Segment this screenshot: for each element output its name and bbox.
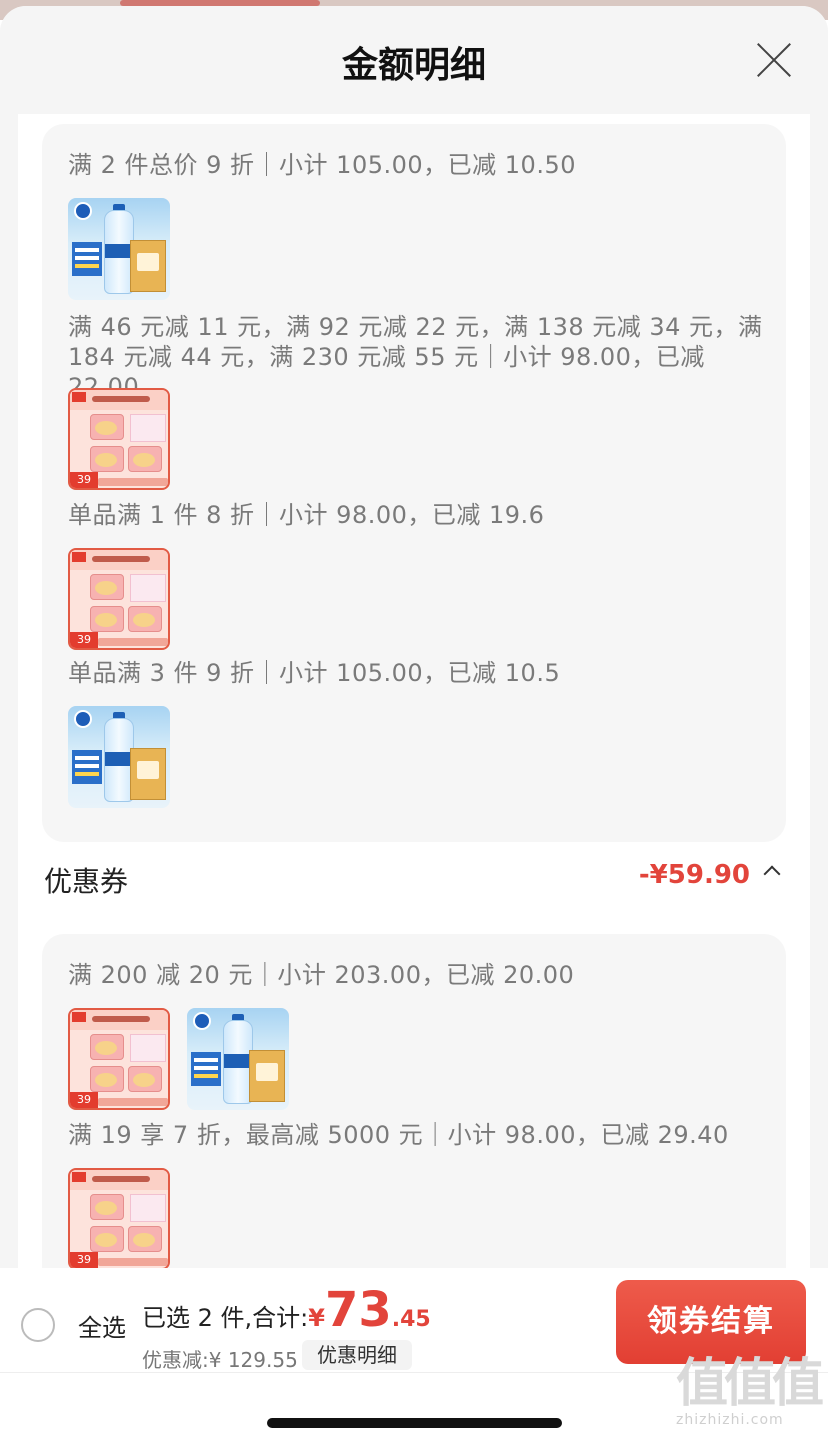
laundry-pods-thumbnail[interactable]: 39	[68, 1168, 170, 1270]
brand-logo-icon	[193, 1012, 211, 1030]
total-integer: 73	[324, 1282, 392, 1338]
checkout-button[interactable]: 领券结算	[616, 1280, 806, 1364]
amount-detail-sheet: 金额明细 满 2 件总价 9 折｜小计 105.00，已减 10.50 满 46…	[0, 6, 828, 1440]
pod-side-panel	[130, 1034, 166, 1062]
watermark-url: zhizhizhi.com	[676, 1412, 784, 1428]
bottle-label	[105, 244, 133, 258]
product-box-icon	[130, 748, 166, 800]
package-panel	[72, 750, 102, 784]
product-footer	[98, 1098, 168, 1106]
pod-pack-icon	[128, 446, 162, 472]
brand-logo-icon	[74, 202, 92, 220]
coupon-amount: -¥59.90	[638, 860, 750, 890]
brand-tag	[72, 392, 86, 402]
brand-tag	[72, 1012, 86, 1022]
water-product-thumbnail[interactable]	[68, 706, 170, 808]
product-footer	[98, 638, 168, 646]
promotion-card: 满 2 件总价 9 折｜小计 105.00，已减 10.50 满 46 元减 1…	[42, 124, 786, 842]
home-indicator[interactable]	[267, 1418, 562, 1428]
package-panel	[72, 242, 102, 276]
coupon-section-header[interactable]: 优惠券 -¥59.90	[44, 850, 784, 902]
promotion-rule: 满 2 件总价 9 折｜小计 105.00，已减 10.50	[68, 151, 576, 179]
chevron-up-icon[interactable]	[763, 865, 781, 883]
pod-pack-icon	[90, 1226, 124, 1252]
price-tag: 39	[70, 472, 98, 488]
discount-detail-button[interactable]: 优惠明细	[302, 1340, 412, 1370]
laundry-pods-thumbnail[interactable]: 39	[68, 548, 170, 650]
coupon-rule: 满 200 减 20 元｜小计 203.00，已减 20.00	[68, 961, 575, 989]
product-footer	[98, 1258, 168, 1266]
selected-count-text: 已选 2 件,合计:	[142, 1304, 309, 1332]
coupon-label: 优惠券	[44, 865, 129, 898]
pod-pack-icon	[90, 574, 124, 600]
laundry-pods-thumbnail[interactable]: 39	[68, 1008, 170, 1110]
promotion-rule: 满 46 元减 11 元，满 92 元减 22 元，满 138 元减 34 元，…	[68, 313, 763, 401]
promotion-rule: 单品满 1 件 8 折｜小计 98.00，已减 19.6	[68, 501, 545, 529]
sheet-header: 金额明细	[0, 6, 828, 114]
pod-pack-icon	[90, 606, 124, 632]
select-all-checkbox[interactable]	[21, 1308, 55, 1342]
total-summary: 已选 2 件,合计:¥73.45	[142, 1282, 431, 1342]
pod-pack-icon	[90, 446, 124, 472]
close-icon[interactable]	[754, 40, 794, 80]
water-product-thumbnail[interactable]	[68, 198, 170, 300]
pod-side-panel	[130, 1194, 166, 1222]
pod-pack-icon	[128, 606, 162, 632]
watermark: 值值值 zhizhizhi.com	[676, 1354, 824, 1436]
bottle-label	[224, 1054, 252, 1068]
product-footer	[98, 478, 168, 486]
package-panel	[191, 1052, 221, 1086]
brand-tag	[72, 1172, 86, 1182]
pod-pack-icon	[90, 1034, 124, 1060]
pod-pack-icon	[128, 1066, 162, 1092]
watermark-logo: 值值值	[676, 1354, 824, 1414]
pod-pack-icon	[128, 1226, 162, 1252]
bottle-label	[105, 752, 133, 766]
promotion-rule: 单品满 3 件 9 折｜小计 105.00，已减 10.5	[68, 659, 561, 687]
pod-pack-icon	[90, 414, 124, 440]
currency-symbol: ¥	[308, 1304, 325, 1332]
coupon-rule: 满 19 享 7 折，最高减 5000 元｜小计 98.00，已减 29.40	[68, 1121, 729, 1149]
product-box-icon	[130, 240, 166, 292]
sheet-title: 金额明细	[341, 45, 486, 86]
select-all-label[interactable]: 全选	[78, 1308, 126, 1343]
total-decimal: .45	[391, 1307, 431, 1332]
pod-pack-icon	[90, 1194, 124, 1220]
brand-logo-icon	[74, 710, 92, 728]
price-tag: 39	[70, 1092, 98, 1108]
laundry-pods-thumbnail[interactable]: 39	[68, 388, 170, 490]
discount-total: 优惠减:¥ 129.55	[142, 1348, 298, 1372]
pod-side-panel	[130, 414, 166, 442]
coupon-card: 满 200 减 20 元｜小计 203.00，已减 20.00 39 满 19	[42, 934, 786, 1270]
price-tag: 39	[70, 1252, 98, 1268]
pod-side-panel	[130, 574, 166, 602]
brand-tag	[72, 552, 86, 562]
detail-scroll-area[interactable]: 满 2 件总价 9 折｜小计 105.00，已减 10.50 满 46 元减 1…	[18, 114, 810, 1270]
water-product-thumbnail[interactable]	[187, 1008, 289, 1110]
pod-pack-icon	[90, 1066, 124, 1092]
product-box-icon	[249, 1050, 285, 1102]
price-tag: 39	[70, 632, 98, 648]
